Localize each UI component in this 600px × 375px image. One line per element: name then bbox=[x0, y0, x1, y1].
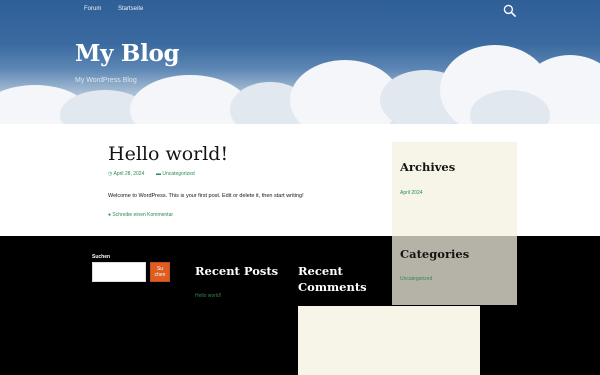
site-tagline: My WordPress Blog bbox=[75, 77, 137, 84]
archives-widget: Archives April 2024 bbox=[392, 142, 517, 236]
comment-link[interactable]: ● Schreibe einen Kommentar bbox=[108, 212, 173, 218]
search-icon[interactable] bbox=[503, 4, 516, 17]
main-navigation: Forum Startseite bbox=[0, 0, 600, 20]
post-category[interactable]: ▬ Uncategorized bbox=[156, 171, 195, 177]
post-category-label: Uncategorized bbox=[162, 171, 195, 177]
recent-post-link[interactable]: Hello world! bbox=[195, 293, 221, 299]
search-input[interactable] bbox=[92, 262, 146, 282]
search-label: Suchen bbox=[92, 254, 111, 260]
recent-comments-box bbox=[298, 306, 480, 375]
post-date-label: April 28, 2024 bbox=[113, 171, 145, 177]
comment-link-label: Schreibe einen Kommentar bbox=[112, 212, 174, 218]
site-header: Forum Startseite My Blog My WordPress Bl… bbox=[0, 0, 600, 124]
recent-posts-title: Recent Posts bbox=[195, 264, 279, 278]
post-title[interactable]: Hello world! bbox=[108, 143, 228, 165]
clock-icon: ◷ bbox=[108, 171, 113, 177]
folder-icon: ▬ bbox=[156, 171, 161, 177]
comment-icon: ● bbox=[108, 212, 112, 218]
nav-item-startseite[interactable]: Startseite bbox=[118, 6, 143, 12]
post-content: Welcome to WordPress. This is your first… bbox=[108, 193, 304, 199]
archive-link[interactable]: April 2024 bbox=[400, 190, 423, 196]
nav-item-forum[interactable]: Forum bbox=[84, 6, 101, 12]
category-link[interactable]: Uncategorized bbox=[400, 276, 432, 282]
recent-comments-title: Recent Comments bbox=[298, 264, 367, 294]
site-title[interactable]: My Blog bbox=[75, 40, 180, 67]
post-date[interactable]: ◷ April 28, 2024 bbox=[108, 171, 144, 177]
archives-title: Archives bbox=[400, 160, 456, 174]
search-button[interactable]: Su chen bbox=[150, 262, 170, 282]
categories-title: Categories bbox=[400, 247, 470, 261]
categories-widget: Categories Uncategorized bbox=[392, 236, 517, 305]
